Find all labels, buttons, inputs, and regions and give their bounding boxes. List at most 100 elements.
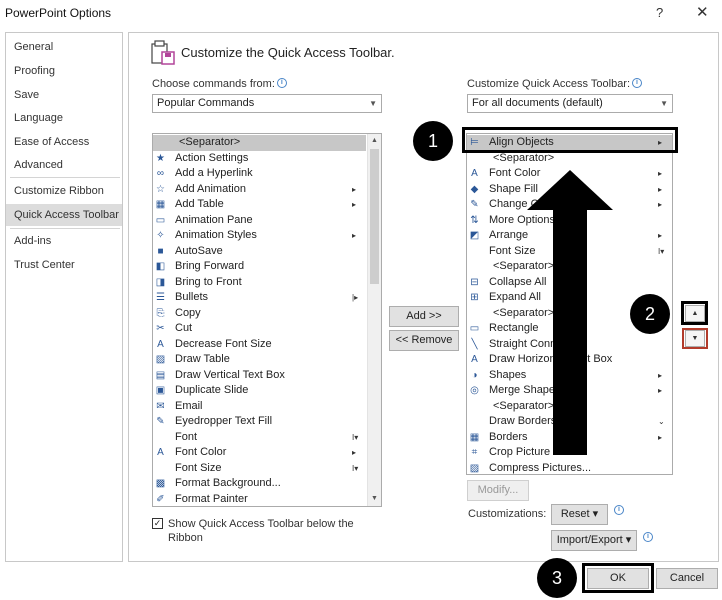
callout-3: 3 <box>537 558 577 598</box>
choose-commands-dropdown[interactable]: Popular Commands ▼ <box>152 94 382 113</box>
nav-proofing[interactable]: Proofing <box>6 60 122 82</box>
command-icon: ◧ <box>155 261 166 272</box>
command-item-label: Font <box>175 430 198 443</box>
command-item[interactable]: ✂ Cut <box>153 321 366 337</box>
command-item[interactable]: ★ Action Settings <box>153 151 366 167</box>
scroll-down-icon[interactable]: ▼ <box>368 492 381 506</box>
command-item[interactable]: A Font Color ▸ <box>153 445 366 461</box>
command-icon: ★ <box>156 152 165 164</box>
command-item-label: Email <box>175 399 203 412</box>
command-icon: ∞ <box>156 168 165 179</box>
customize-scope-dropdown[interactable]: For all documents (default) ▼ <box>467 94 673 113</box>
command-item[interactable]: Font I▾ <box>153 430 366 446</box>
arrow-up-icon <box>527 170 613 210</box>
command-item-label: Eyedropper Text Fill <box>175 415 273 427</box>
command-icon: ⊟ <box>470 276 479 288</box>
command-icon: ⌗ <box>471 447 478 458</box>
command-icon <box>468 400 481 413</box>
toolbar-item-label: <Separator> <box>493 399 555 412</box>
command-item[interactable]: ✎ Eyedropper Text Fill <box>153 414 366 430</box>
import-export-button[interactable]: Import/Export ▾ <box>551 530 637 551</box>
nav-quick-access-toolbar[interactable]: Quick Access Toolbar <box>6 204 122 226</box>
command-item-label: <Separator> <box>179 136 241 148</box>
scroll-thumb[interactable] <box>370 149 379 284</box>
command-item[interactable]: ∞ Add a Hyperlink <box>153 166 366 182</box>
move-up-highlight <box>681 301 708 325</box>
command-item[interactable]: ✐ Format Painter <box>153 492 366 507</box>
command-item[interactable]: ▨ Draw Table <box>153 352 366 368</box>
nav-trust-center[interactable]: Trust Center <box>6 254 122 276</box>
help-button[interactable]: ? <box>656 5 663 20</box>
command-item[interactable]: ☆ Add Animation ▸ <box>153 182 366 198</box>
nav-language[interactable]: Language <box>6 107 122 129</box>
command-item[interactable]: <Separator> <box>153 135 366 151</box>
submenu-icon: ⌄ <box>658 417 665 426</box>
command-item[interactable]: ◨ Bring to Front <box>153 275 366 291</box>
toolbar-item-label: Rectangle <box>489 322 539 334</box>
move-down-highlight <box>682 328 708 349</box>
show-below-ribbon-label: Show Quick Access Toolbar below the Ribb… <box>168 518 354 544</box>
cancel-button[interactable]: Cancel <box>656 568 718 589</box>
command-item[interactable]: A Decrease Font Size <box>153 337 366 353</box>
command-item-label: Animation Pane <box>175 213 253 226</box>
command-icon: ◨ <box>155 276 166 288</box>
command-item[interactable]: ✉ Email <box>153 399 366 415</box>
command-item-label: Action Settings <box>175 151 249 164</box>
toolbar-item-label: Draw Horizontal Text Box <box>489 353 613 365</box>
info-icon[interactable]: i <box>614 505 624 515</box>
command-item[interactable]: ▩ Format Background... <box>153 476 366 492</box>
nav-ease-of-access[interactable]: Ease of Access <box>6 131 122 153</box>
toolbar-item-label: Collapse All <box>489 275 547 288</box>
submenu-icon: ▸ <box>658 200 663 209</box>
command-icon <box>154 462 167 475</box>
nav-save[interactable]: Save <box>6 84 122 106</box>
command-item-label: Bring to Front <box>175 275 242 288</box>
command-item[interactable]: ◧ Bring Forward <box>153 259 366 275</box>
command-icon: ✐ <box>156 493 165 505</box>
command-item[interactable]: Font Size I▾ <box>153 461 366 477</box>
main-panel: Customize the Quick Access Toolbar. Choo… <box>128 32 719 562</box>
nav-general[interactable]: General <box>6 36 122 58</box>
chevron-down-icon: ▼ <box>369 99 377 108</box>
command-item[interactable]: ⎘ Copy <box>153 306 366 322</box>
reset-button[interactable]: Reset ▾ <box>551 504 608 525</box>
command-item[interactable]: ■ AutoSave <box>153 244 366 260</box>
command-icon: ▨ <box>469 462 480 474</box>
commands-list[interactable]: <Separator> ★ Action Settings ∞ Add a Hyperl… <box>152 133 382 507</box>
command-icon: ▩ <box>155 478 166 489</box>
submenu-icon: ▸ <box>658 169 663 178</box>
command-item-label: Duplicate Slide <box>175 384 249 396</box>
command-item[interactable]: ✧ Animation Styles ▸ <box>153 228 366 244</box>
command-icon: ◩ <box>469 230 480 241</box>
command-item[interactable]: ▦ Add Table ▸ <box>153 197 366 213</box>
toolbar-item-label: <Separator> <box>493 306 555 319</box>
submenu-icon: ▸ <box>658 370 663 380</box>
info-icon[interactable]: i <box>632 78 643 88</box>
command-item[interactable]: ☰ Bullets |▸ <box>153 290 366 306</box>
nav-advanced[interactable]: Advanced <box>6 154 122 176</box>
scroll-up-icon[interactable]: ▲ <box>368 134 381 148</box>
show-below-ribbon-checkbox[interactable]: ✓ <box>152 518 163 529</box>
command-icon <box>468 307 481 320</box>
info-icon[interactable]: i <box>276 78 287 88</box>
submenu-icon: ▸ <box>658 386 663 395</box>
commands-scrollbar[interactable]: ▲ ▼ <box>367 134 381 506</box>
add-button[interactable]: Add >> <box>389 306 459 327</box>
remove-button[interactable]: << Remove <box>389 330 459 351</box>
info-icon[interactable]: i <box>643 532 653 542</box>
modify-button[interactable]: Modify... <box>467 480 529 501</box>
toolbar-item[interactable]: ▨ Compress Pictures... <box>467 461 672 475</box>
command-icon: ▨ <box>155 354 166 365</box>
nav-customize-ribbon[interactable]: Customize Ribbon <box>6 180 122 202</box>
nav-divider <box>10 177 120 178</box>
submenu-icon: ▸ <box>658 432 663 442</box>
command-icon: A <box>471 354 478 365</box>
command-item[interactable]: ▣ Duplicate Slide <box>153 383 366 399</box>
command-item-label: Font Color <box>175 446 227 458</box>
callout-1: 1 <box>413 121 453 161</box>
command-item[interactable]: ▭ Animation Pane <box>153 213 366 229</box>
nav-add-ins[interactable]: Add-ins <box>6 230 122 252</box>
close-button[interactable]: ✕ <box>696 3 709 21</box>
command-item[interactable]: ▤ Draw Vertical Text Box <box>153 368 366 384</box>
command-icon: A <box>157 338 164 350</box>
